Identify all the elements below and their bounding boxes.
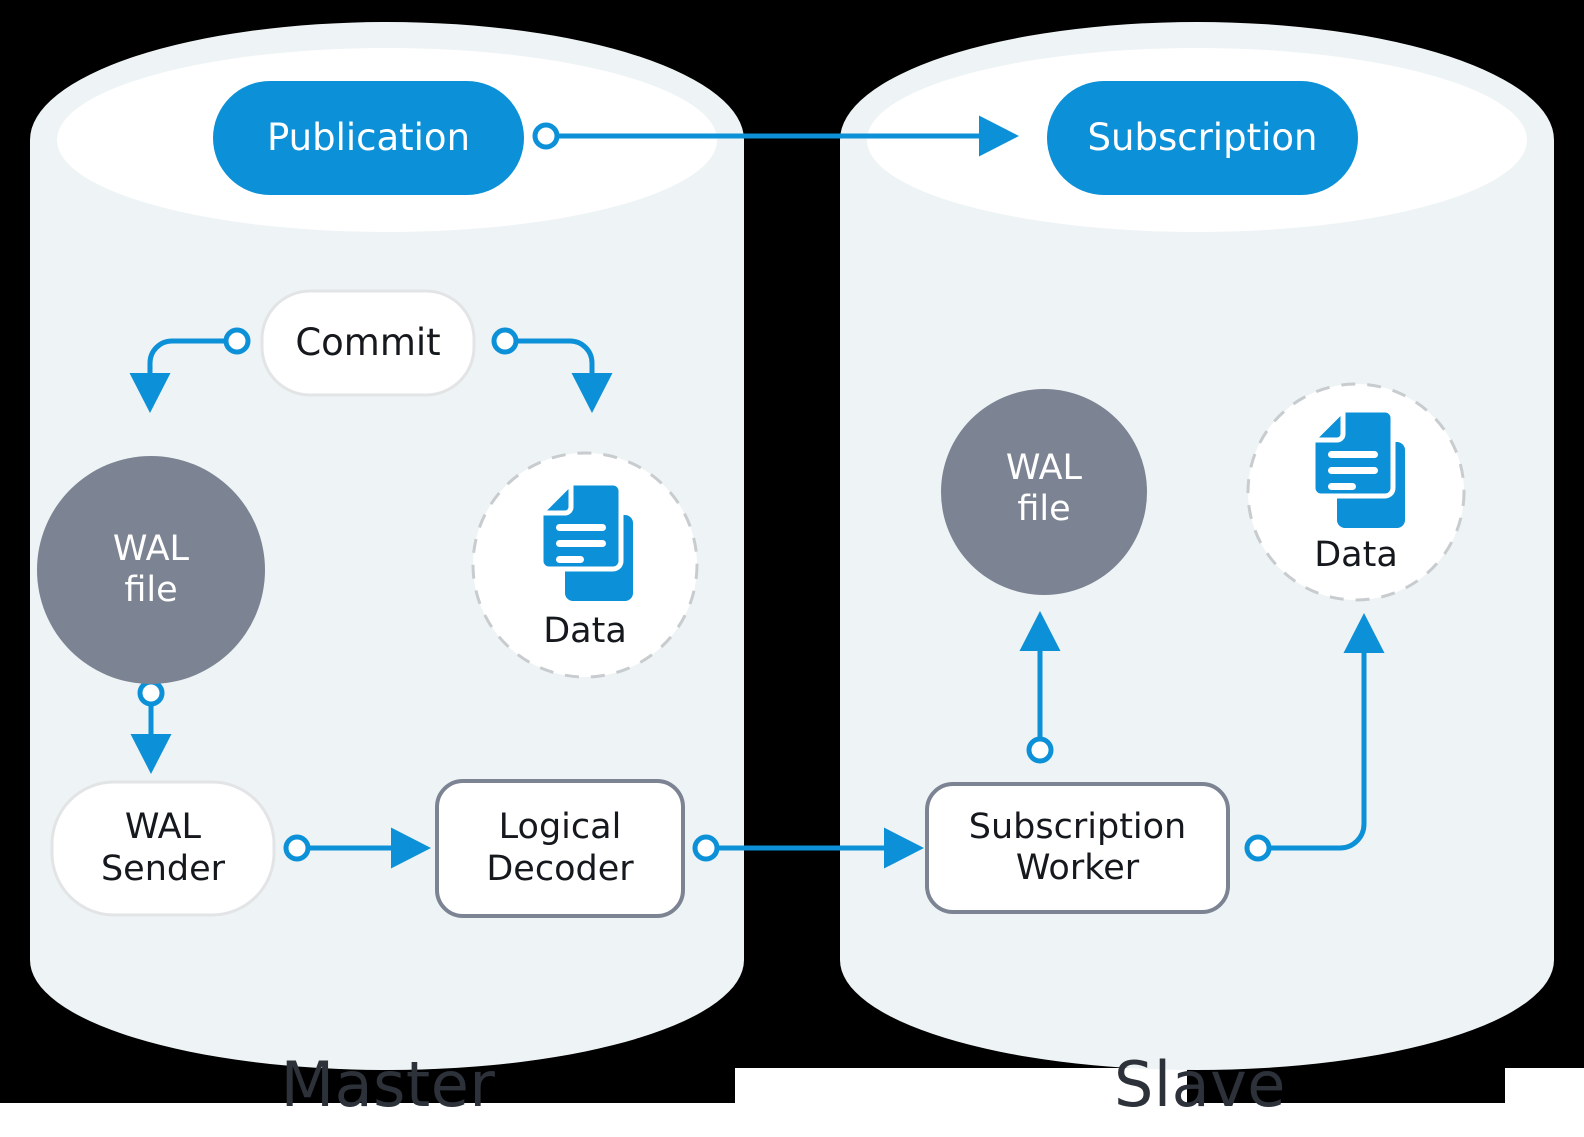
commit-box[interactable] <box>260 289 476 397</box>
master-wal-file-circle[interactable] <box>37 456 265 684</box>
publication-pill[interactable] <box>213 81 524 195</box>
subscription-worker-box[interactable] <box>925 782 1230 914</box>
subscription-pill[interactable] <box>1047 81 1358 195</box>
slave-wal-file-circle[interactable] <box>941 389 1147 595</box>
diagram-canvas: Publication Commit WAL file Data WAL Sen… <box>0 0 1584 1137</box>
diagram-svg <box>0 22 1584 1137</box>
logical-decoder-box[interactable] <box>435 779 685 918</box>
background-bands <box>0 1068 1584 1137</box>
wal-sender-box[interactable] <box>50 780 276 917</box>
